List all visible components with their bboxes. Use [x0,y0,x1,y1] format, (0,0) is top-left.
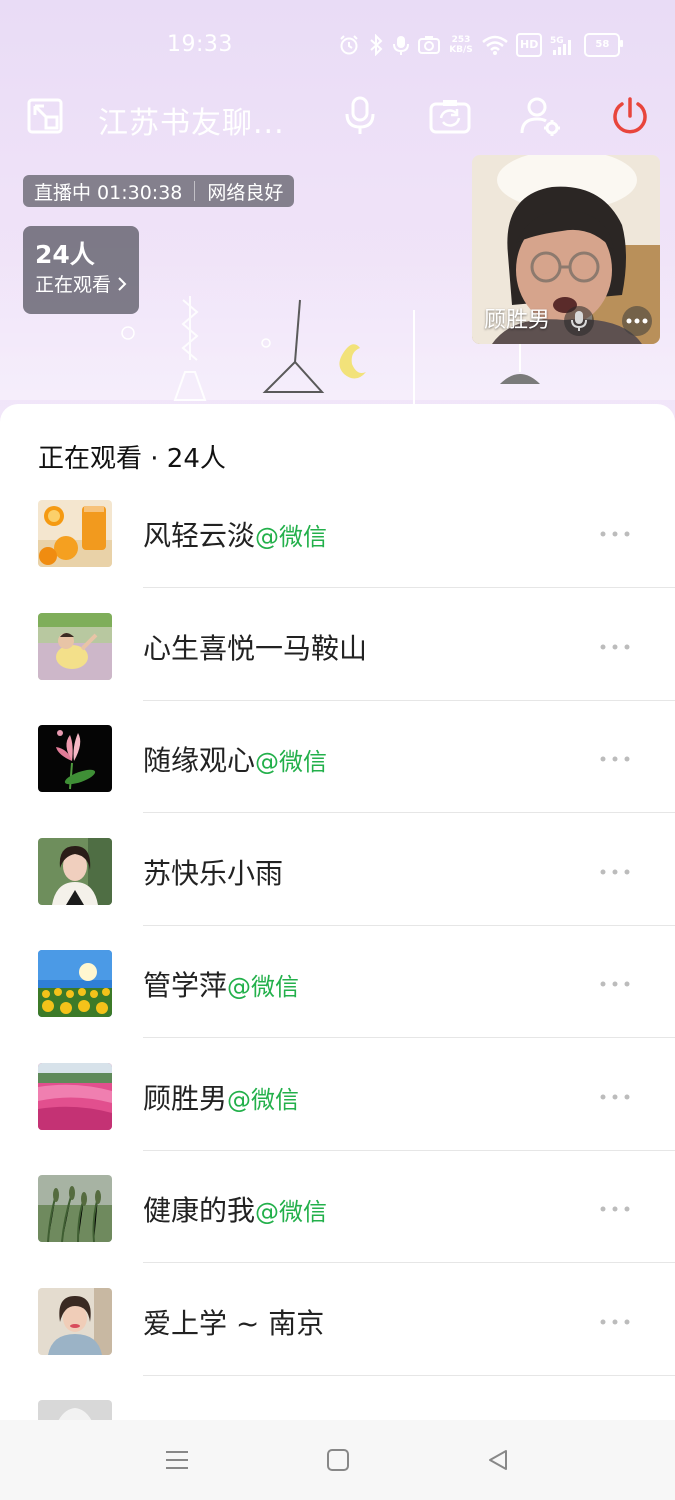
alarm-icon [338,33,360,57]
wechat-tag: @微信 [227,1085,300,1114]
chevron-right-icon [111,274,127,296]
viewer-count: 24人 [35,240,95,269]
member-name: 健康的我 [143,1194,256,1227]
menu-icon[interactable] [157,1440,197,1480]
status-time: 19:33 [167,32,233,57]
wechat-tag: @微信 [255,523,328,551]
avatar [38,500,112,567]
status-icons: 253 KB/S HD 5G 58 [338,32,624,58]
room-title: 江苏书友聊... [98,106,285,141]
power-icon[interactable] [606,92,654,140]
anchor-video-tile[interactable]: 顾胜男 [472,155,660,344]
live-duration: 直播中 01:30:38 [34,181,183,204]
wechat-tag: @微信 [227,973,300,1001]
camera-status-icon [418,33,440,57]
list-item[interactable] [0,1400,675,1420]
avatar [38,612,112,680]
signal-5g-icon: 5G [550,33,576,57]
more-options-icon[interactable] [595,635,635,659]
viewer-count-card[interactable]: 24人 正在观看 [23,226,139,314]
member-name: 苏快乐小雨 [143,856,284,890]
back-icon[interactable] [478,1440,518,1480]
bluetooth-icon [368,33,384,57]
more-options-icon[interactable] [595,522,635,546]
list-item[interactable]: 随缘观心@微信 [0,725,675,838]
list-item[interactable]: 风轻云淡@微信 [0,500,675,613]
anchor-name: 顾胜男 [484,308,551,333]
live-status-badge: 直播中 01:30:38 网络良好 [23,175,295,207]
switch-camera-icon[interactable] [426,92,474,140]
member-name: 心生喜悦一马鞍山 [143,631,368,665]
member-name: 管学萍 [143,969,228,1002]
more-options-icon[interactable] [595,1085,635,1109]
more-options-icon[interactable] [622,306,652,336]
svg-text:5G: 5G [550,36,564,46]
member-name: 顾胜男 [143,1081,228,1115]
screen: 19:33 253 KB/S HD 5G 58 江苏书友聊... 直播中 01:… [0,0,675,1500]
wechat-tag: @微信 [255,748,328,776]
member-name: 爱上学 ~ 南京 [143,1306,325,1340]
network-speed: 253 KB/S [449,35,473,55]
wechat-tag: @微信 [255,1198,328,1226]
network-status: 网络良好 [207,181,284,204]
member-name: 随缘观心 [143,744,256,777]
list-item[interactable]: 健康的我@微信 [0,1175,675,1288]
list-item[interactable]: 爱上学 ~ 南京 [0,1287,675,1401]
viewers-sheet: 正在观看 · 24人 风轻云淡@微信 心生喜悦一马鞍山 随缘观心@微信 苏快乐小… [0,404,675,1420]
sheet-title: 正在观看 · 24人 [38,444,226,474]
more-options-icon[interactable] [595,860,635,884]
more-options-icon[interactable] [595,747,635,771]
more-options-icon[interactable] [595,1197,635,1221]
avatar [38,1400,112,1420]
more-options-icon[interactable] [595,972,635,996]
system-nav-bar [0,1420,675,1500]
avatar [38,725,112,792]
viewer-label: 正在观看 [35,274,112,296]
microphone-icon[interactable] [336,92,384,140]
home-icon[interactable] [318,1440,358,1480]
avatar [38,1287,112,1355]
mic-status-icon [392,33,410,57]
wifi-icon [482,33,508,57]
avatar [38,837,112,905]
list-item[interactable]: 顾胜男@微信 [0,1062,675,1176]
minimize-window-icon[interactable] [21,92,69,140]
list-item[interactable]: 苏快乐小雨 [0,837,675,951]
status-bar: 19:33 253 KB/S HD 5G 58 [0,0,675,90]
anchor-mic-icon [564,306,594,336]
member-name: 风轻云淡 [143,519,256,552]
list-item[interactable]: 心生喜悦一马鞍山 [0,612,675,726]
top-toolbar: 江苏书友聊... [0,90,675,142]
more-options-icon[interactable] [595,1310,635,1334]
avatar [38,1062,112,1130]
battery-icon: 58 [584,33,624,57]
member-settings-icon[interactable] [516,92,564,140]
viewer-list: 风轻云淡@微信 心生喜悦一马鞍山 随缘观心@微信 苏快乐小雨 管学萍@微信 顾胜… [0,500,675,1420]
hd-badge: HD [516,33,543,57]
list-item[interactable]: 管学萍@微信 [0,950,675,1063]
avatar [38,950,112,1017]
avatar [38,1175,112,1242]
